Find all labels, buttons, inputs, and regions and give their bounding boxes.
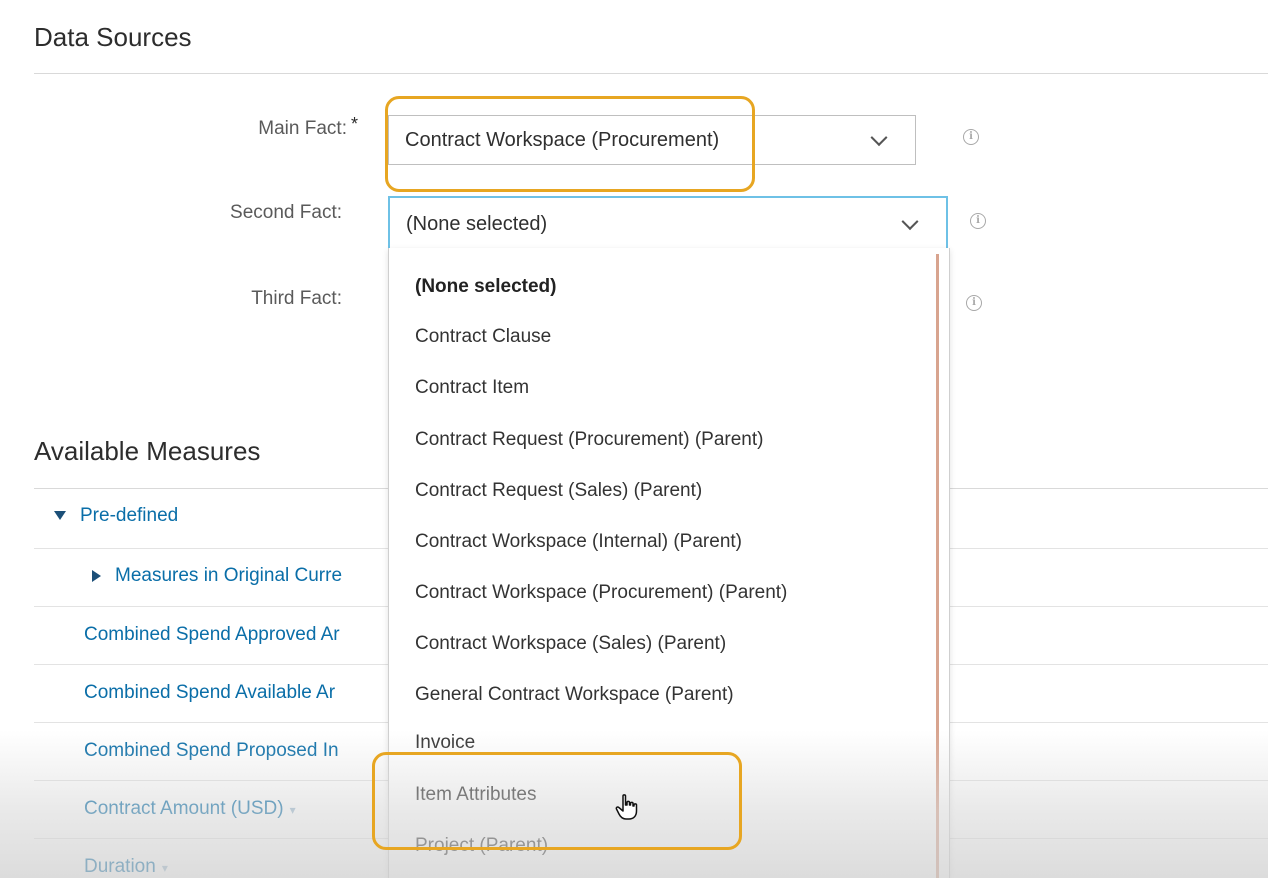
data-sources-title: Data Sources [34, 22, 192, 52]
chevron-down-icon [870, 129, 888, 147]
third-fact-label: Third Fact: [251, 288, 342, 309]
info-icon[interactable]: i [966, 295, 982, 311]
dropdown-option[interactable]: (None selected) [415, 276, 556, 298]
second-fact-select[interactable]: (None selected) [388, 196, 948, 252]
measure-item[interactable]: Duration ▾ [84, 856, 168, 878]
second-fact-value: (None selected) [406, 212, 548, 235]
main-fact-label-text: Main Fact: [258, 118, 347, 139]
measure-item-label: Duration [84, 856, 156, 877]
dropdown-option[interactable]: Invoice [415, 732, 475, 754]
predefined-label: Pre-defined [80, 505, 179, 526]
dropdown-option[interactable]: Contract Workspace (Procurement) (Parent… [415, 582, 787, 604]
second-fact-dropdown-list[interactable]: (None selected) Contract Clause Contract… [388, 248, 950, 878]
measure-item[interactable]: Combined Spend Approved Ar [84, 624, 340, 646]
dropdown-option[interactable]: Project (Parent) [415, 835, 548, 857]
dropdown-option[interactable]: Contract Workspace (Sales) (Parent) [415, 633, 726, 655]
dropdown-option[interactable]: General Contract Workspace (Parent) [415, 684, 734, 706]
predefined-group-toggle[interactable]: Pre-defined [54, 505, 178, 527]
main-fact-select[interactable]: Contract Workspace (Procurement) [388, 115, 916, 165]
dropdown-scrollbar[interactable] [936, 254, 949, 878]
caret-down-icon [54, 511, 66, 521]
info-icon[interactable]: i [963, 129, 979, 145]
dropdown-option[interactable]: Contract Item [415, 377, 529, 399]
dropdown-option[interactable]: Contract Workspace (Internal) (Parent) [415, 531, 742, 553]
dropdown-option[interactable]: Contract Clause [415, 326, 551, 348]
chevron-down-icon [901, 213, 919, 231]
main-fact-value: Contract Workspace (Procurement) [405, 128, 720, 151]
hand-cursor-icon [615, 794, 638, 820]
original-currency-group-toggle[interactable]: Measures in Original Curre [92, 565, 342, 587]
available-measures-title: Available Measures [34, 436, 261, 466]
dropdown-option[interactable]: Contract Request (Sales) (Parent) [415, 480, 702, 502]
chevron-down-icon: ▾ [161, 861, 168, 875]
main-fact-label: Main Fact: * [158, 114, 358, 140]
chevron-down-icon: ▾ [289, 803, 296, 817]
measure-item[interactable]: Combined Spend Available Ar [84, 682, 335, 704]
caret-right-icon [92, 569, 101, 582]
second-fact-label: Second Fact: [230, 202, 342, 223]
original-currency-label: Measures in Original Curre [115, 565, 343, 586]
measure-item-label: Contract Amount (USD) [84, 798, 284, 819]
info-icon[interactable]: i [970, 213, 986, 229]
measure-item[interactable]: Combined Spend Proposed In [84, 740, 339, 762]
measure-item[interactable]: Contract Amount (USD) ▾ [84, 798, 296, 820]
dropdown-option[interactable]: Contract Request (Procurement) (Parent) [415, 429, 763, 451]
required-star: * [350, 114, 358, 134]
dropdown-option-hovered[interactable]: Item Attributes [415, 784, 536, 806]
section-divider [34, 73, 1268, 74]
